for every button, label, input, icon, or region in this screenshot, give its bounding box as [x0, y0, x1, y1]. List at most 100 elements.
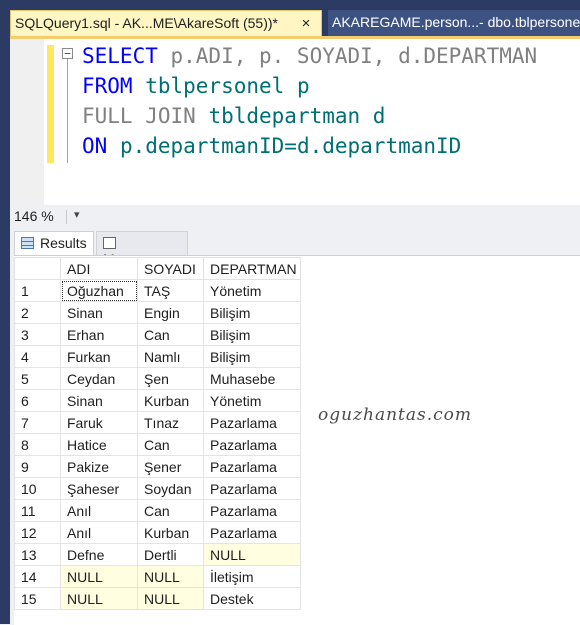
tab-label: SQLQuery1.sql - AK...ME\AkareSoft (55))* — [15, 15, 278, 31]
query-editor[interactable]: − SELECT p.ADI, p. SOYADI, d.DEPARTMAN F… — [10, 39, 580, 205]
grid-icon — [21, 237, 34, 249]
column-header-departman[interactable]: DEPARTMAN — [203, 257, 301, 280]
row-number[interactable]: 5 — [14, 367, 61, 390]
row-number[interactable]: 15 — [14, 587, 61, 610]
cell-departman[interactable]: Pazarlama — [203, 433, 301, 456]
cell-soyadi[interactable]: Tınaz — [137, 411, 204, 434]
row-number[interactable]: 9 — [14, 455, 61, 478]
cell-departman[interactable]: Pazarlama — [203, 499, 301, 522]
row-number[interactable]: 6 — [14, 389, 61, 412]
row-number[interactable]: 2 — [14, 301, 61, 324]
collapse-icon[interactable]: − — [62, 48, 73, 59]
cell-soyadi[interactable]: NULL — [137, 565, 204, 588]
cell-soyadi[interactable]: NULL — [137, 587, 204, 610]
change-indicator — [47, 45, 54, 163]
close-icon[interactable]: × — [297, 15, 315, 33]
table-row[interactable]: 7 Faruk Tınaz Pazarlama — [14, 411, 301, 434]
cell-adi[interactable]: Defne — [60, 543, 138, 566]
table-row[interactable]: 6 Sinan Kurban Yönetim — [14, 389, 301, 412]
column-header-adi[interactable]: ADI — [60, 257, 138, 280]
table-row[interactable]: 3 Erhan Can Bilişim — [14, 323, 301, 346]
row-number[interactable]: 4 — [14, 345, 61, 368]
editor-gutter — [10, 39, 44, 205]
cell-soyadi[interactable]: Şen — [137, 367, 204, 390]
cell-adi[interactable]: NULL — [60, 565, 138, 588]
results-grid[interactable]: ADI SOYADI DEPARTMAN 1 Oğuzhan TAŞ Yönetim 2… — [14, 255, 580, 625]
row-number[interactable]: 1 — [14, 279, 61, 302]
table-row[interactable]: 12 Anıl Kurban Pazarlama — [14, 521, 301, 544]
cell-adi[interactable]: Sinan — [60, 301, 138, 324]
cell-soyadi[interactable]: Engin — [137, 301, 204, 324]
cell-departman[interactable]: Pazarlama — [203, 411, 301, 434]
cell-adi[interactable]: Erhan — [60, 323, 138, 346]
cell-departman[interactable]: Pazarlama — [203, 521, 301, 544]
zoom-separator — [66, 210, 67, 224]
row-number[interactable]: 11 — [14, 499, 61, 522]
tab-results[interactable]: Results — [14, 231, 94, 255]
cell-departman[interactable]: İletişim — [203, 565, 301, 588]
zoom-bar: 146 % ▾ — [10, 205, 580, 229]
column-header-soyadi[interactable]: SOYADI — [137, 257, 204, 280]
zoom-level[interactable]: 146 % — [14, 208, 54, 224]
results-table: ADI SOYADI DEPARTMAN 1 Oğuzhan TAŞ Yönetim 2… — [14, 257, 301, 610]
cell-soyadi[interactable]: Şener — [137, 455, 204, 478]
table-row[interactable]: 8 Hatice Can Pazarlama — [14, 433, 301, 456]
cell-soyadi[interactable]: Kurban — [137, 521, 204, 544]
cell-departman[interactable]: Bilişim — [203, 345, 301, 368]
row-number[interactable]: 13 — [14, 543, 61, 566]
table-row[interactable]: 11 Anıl Can Pazarlama — [14, 499, 301, 522]
code-line-2: FROM tblpersonel p — [82, 74, 310, 98]
cell-departman[interactable]: Yönetim — [203, 279, 301, 302]
row-number[interactable]: 14 — [14, 565, 61, 588]
row-number[interactable]: 3 — [14, 323, 61, 346]
table-row[interactable]: 14 NULL NULL İletişim — [14, 565, 301, 588]
row-number[interactable]: 7 — [14, 411, 61, 434]
row-number[interactable]: 8 — [14, 433, 61, 456]
row-number[interactable]: 12 — [14, 521, 61, 544]
cell-departman[interactable]: Destek — [203, 587, 301, 610]
table-row[interactable]: 13 Defne Dertli NULL — [14, 543, 301, 566]
cell-departman[interactable]: Bilişim — [203, 301, 301, 324]
outline-line — [67, 59, 68, 163]
document-tab-strip: SQLQuery1.sql - AK...ME\AkareSoft (55))*… — [10, 0, 580, 36]
cell-departman[interactable]: Bilişim — [203, 323, 301, 346]
cell-soyadi[interactable]: Can — [137, 499, 204, 522]
table-row[interactable]: 4 Furkan Namlı Bilişim — [14, 345, 301, 368]
cell-adi[interactable]: Sinan — [60, 389, 138, 412]
left-frame — [0, 0, 10, 624]
cell-adi[interactable]: Pakize — [60, 455, 138, 478]
tab-tblpersonel[interactable]: AKAREGAME.person...- dbo.tblpersonel — [328, 10, 580, 36]
cell-departman[interactable]: Muhasebe — [203, 367, 301, 390]
cell-departman[interactable]: NULL — [203, 543, 301, 566]
tab-sqlquery1[interactable]: SQLQuery1.sql - AK...ME\AkareSoft (55))*… — [10, 10, 322, 36]
cell-adi[interactable]: Anıl — [60, 499, 138, 522]
cell-soyadi[interactable]: Can — [137, 323, 204, 346]
table-row[interactable]: 1 Oğuzhan TAŞ Yönetim — [14, 279, 301, 302]
row-number-header[interactable] — [14, 257, 61, 280]
cell-adi[interactable]: Hatice — [60, 433, 138, 456]
cell-departman[interactable]: Yönetim — [203, 389, 301, 412]
cell-soyadi[interactable]: TAŞ — [137, 279, 204, 302]
cell-departman[interactable]: Pazarlama — [203, 477, 301, 500]
cell-adi[interactable]: Furkan — [60, 345, 138, 368]
table-row[interactable]: 5 Ceydan Şen Muhasebe — [14, 367, 301, 390]
table-row[interactable]: 9 Pakize Şener Pazarlama — [14, 455, 301, 478]
cell-soyadi[interactable]: Namlı — [137, 345, 204, 368]
cell-adi[interactable]: Anıl — [60, 521, 138, 544]
cell-soyadi[interactable]: Kurban — [137, 389, 204, 412]
cell-soyadi[interactable]: Soydan — [137, 477, 204, 500]
row-number[interactable]: 10 — [14, 477, 61, 500]
table-row[interactable]: 15 NULL NULL Destek — [14, 587, 301, 610]
cell-adi[interactable]: Oğuzhan — [60, 279, 138, 302]
cell-adi[interactable]: NULL — [60, 587, 138, 610]
table-row[interactable]: 2 Sinan Engin Bilişim — [14, 301, 301, 324]
table-row[interactable]: 10 Şaheser Soydan Pazarlama — [14, 477, 301, 500]
cell-adi[interactable]: Faruk — [60, 411, 138, 434]
cell-adi[interactable]: Ceydan — [60, 367, 138, 390]
chevron-down-icon[interactable]: ▾ — [74, 208, 80, 221]
cell-departman[interactable]: Pazarlama — [203, 455, 301, 478]
cell-soyadi[interactable]: Can — [137, 433, 204, 456]
cell-soyadi[interactable]: Dertli — [137, 543, 204, 566]
cell-adi[interactable]: Şaheser — [60, 477, 138, 500]
tab-messages[interactable]: Messages — [96, 231, 188, 267]
